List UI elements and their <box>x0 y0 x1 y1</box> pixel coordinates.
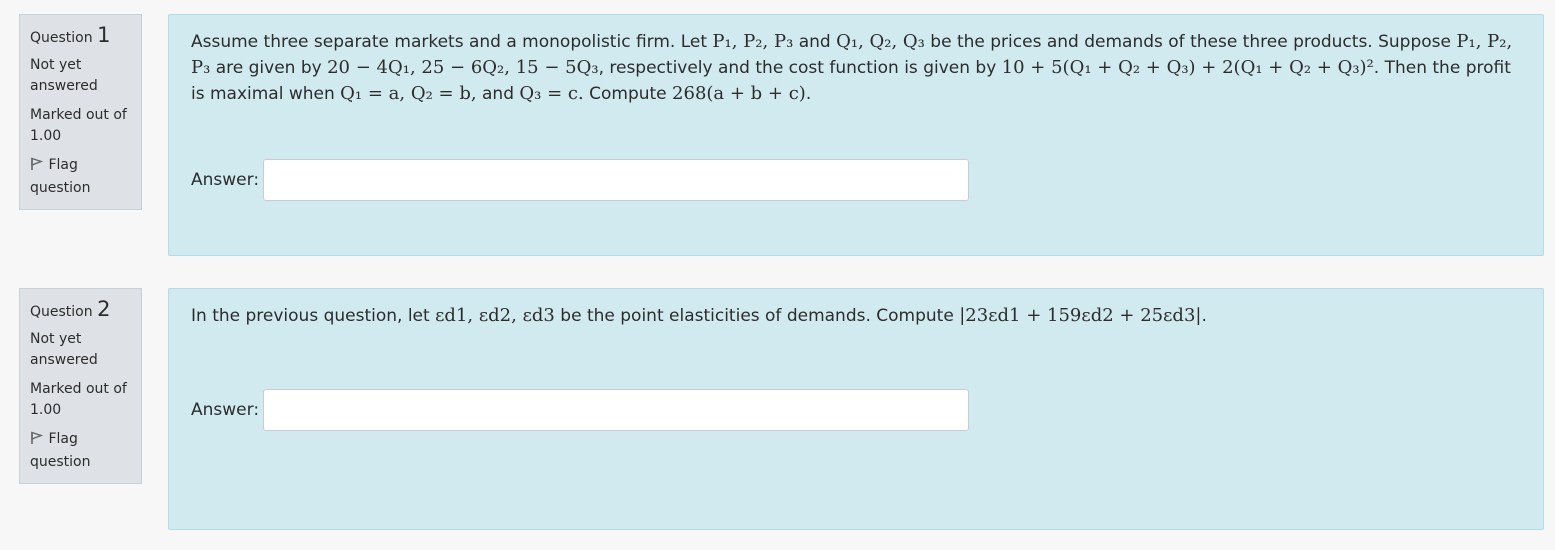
question-text: In the previous question, let εd1, εd2, … <box>191 303 1521 329</box>
math-expr: Q₁ = a, Q₂ = b, <box>340 83 477 104</box>
answer-row: Answer: <box>191 389 970 431</box>
question-label: Question <box>30 30 93 46</box>
question-content: Assume three separate markets and a mono… <box>168 14 1544 256</box>
math-expr: P₁, P₂, P₃ <box>712 31 794 52</box>
math-expr: 20 − 4Q₁, 25 − 6Q₂, 15 − 5Q₃ <box>327 57 599 78</box>
answer-row: Answer: <box>191 159 970 201</box>
question-grade: Marked out of 1.00 <box>30 381 127 418</box>
question-text: Assume three separate markets and a mono… <box>191 29 1521 107</box>
question-state: Not yet answered <box>30 331 98 368</box>
math-expr: 268(a + b + c) <box>672 83 806 104</box>
flag-question-link[interactable]: Flag question <box>30 429 131 473</box>
qtext-part: be the prices and demands of these three… <box>924 32 1457 52</box>
math-expr: 10 + 5(Q₁ + Q₂ + Q₃) + 2(Q₁ + Q₂ + Q₃)² <box>1001 57 1374 78</box>
qtext-part: Compute <box>583 84 673 104</box>
math-expr: |23εd1 + 159εd2 + 25εd3| <box>959 305 1202 326</box>
question-content: In the previous question, let εd1, εd2, … <box>168 288 1544 530</box>
qtext-part: , respectively and the cost function is … <box>598 58 1002 78</box>
question-grade: Marked out of 1.00 <box>30 107 127 144</box>
qtext-part: Assume three separate markets and a mono… <box>191 32 713 52</box>
question-number-value: 1 <box>97 23 111 47</box>
math-expr: εd1, εd2, εd3 <box>435 305 555 326</box>
question-number: Question 2 <box>30 299 131 323</box>
qtext-part: . <box>805 84 812 104</box>
answer-label: Answer: <box>191 170 260 190</box>
qtext-part: be the point elasticities of demands. Co… <box>554 306 960 326</box>
flag-icon <box>30 431 44 452</box>
qtext-part: In the previous question, let <box>191 306 436 326</box>
question-info: Question 1 Not yet answered Marked out o… <box>19 14 142 210</box>
qtext-part: are given by <box>210 58 328 78</box>
flag-question-link[interactable]: Flag question <box>30 155 131 199</box>
flag-icon <box>30 157 44 178</box>
question-number: Question 1 <box>30 25 131 49</box>
question-info: Question 2 Not yet answered Marked out o… <box>19 288 142 484</box>
question-label: Question <box>30 304 93 320</box>
qtext-part: . <box>1201 306 1207 326</box>
math-expr: Q₃ = c. <box>519 83 584 104</box>
qtext-part: and <box>476 84 520 104</box>
question-state: Not yet answered <box>30 57 98 94</box>
qtext-part: and <box>793 32 837 52</box>
math-expr: Q₁, Q₂, Q₃ <box>836 31 925 52</box>
answer-label: Answer: <box>191 400 260 420</box>
answer-input[interactable] <box>263 389 970 431</box>
question-number-value: 2 <box>97 297 111 321</box>
answer-input[interactable] <box>263 159 970 201</box>
